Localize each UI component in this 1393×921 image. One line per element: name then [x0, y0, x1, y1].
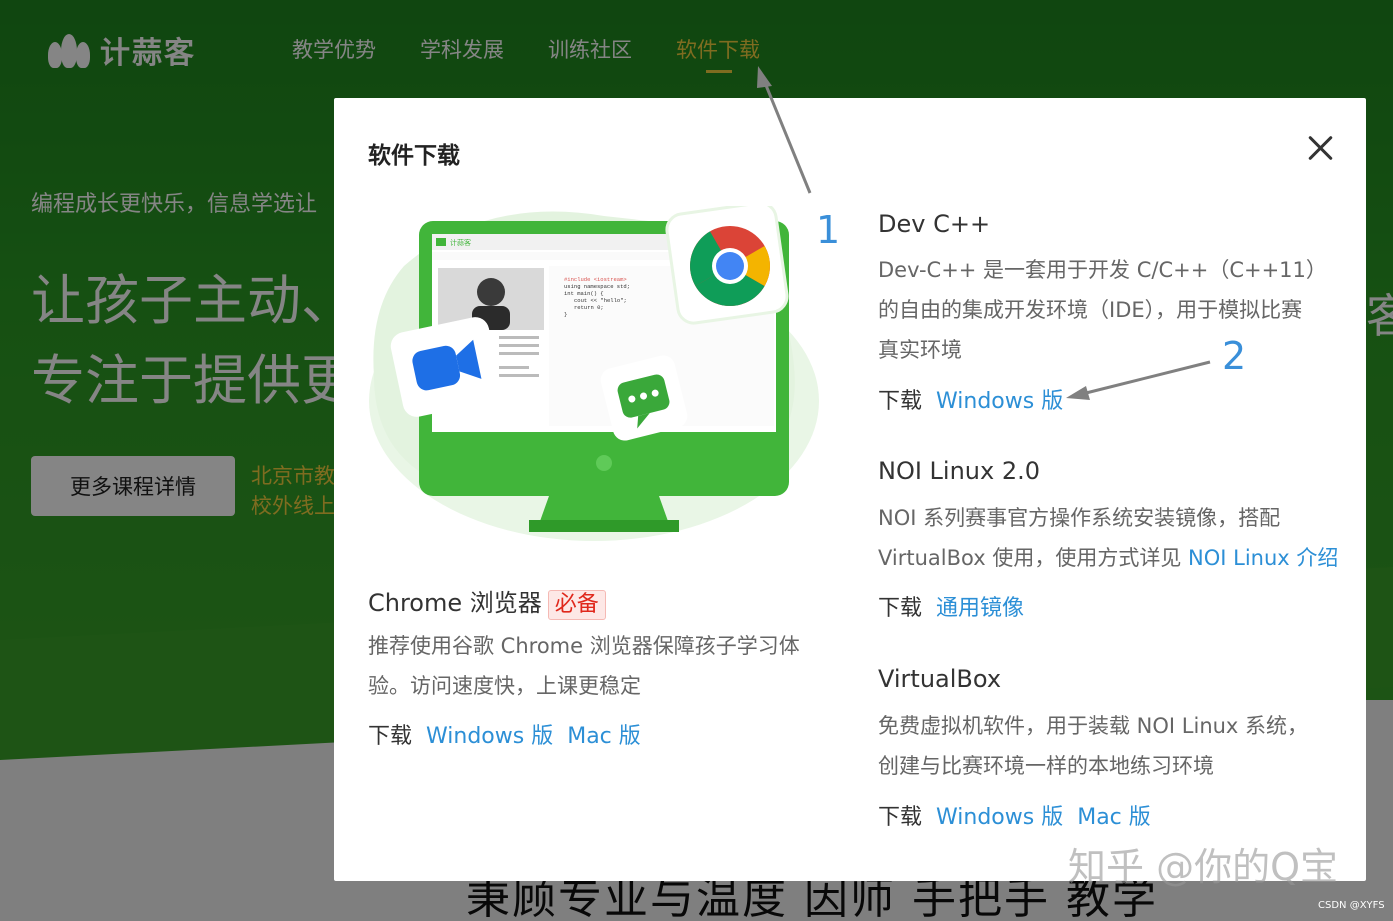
devcpp-desc-line1: Dev-C++ 是一套用于开发 C/C++（C++11）	[878, 258, 1327, 282]
chrome-section-title: Chrome 浏览器 必备	[368, 583, 606, 620]
svg-text:using namespace std;: using namespace std;	[564, 283, 630, 290]
noilinux-title: NOI Linux 2.0	[878, 457, 1041, 485]
devcpp-title: Dev C++	[878, 210, 991, 238]
svg-text:}: }	[564, 311, 567, 318]
annotation-number-2: 2	[1222, 334, 1247, 378]
virtualbox-title: VirtualBox	[878, 665, 1002, 693]
virtualbox-description: 免费虚拟机软件，用于装载 NOI Linux 系统， 创建与比赛环境一样的本地练…	[878, 706, 1358, 786]
chrome-desc-line1: 推荐使用谷歌 Chrome 浏览器保障孩子学习体	[368, 634, 800, 658]
noilinux-intro-link[interactable]: NOI Linux 介绍	[1188, 546, 1338, 570]
noilinux-image-link[interactable]: 通用镜像	[936, 590, 1024, 622]
noilinux-download-label: 下载	[878, 596, 923, 621]
virtualbox-desc-line1: 免费虚拟机软件，用于装载 NOI Linux 系统，	[878, 714, 1309, 738]
chrome-windows-link[interactable]: Windows 版	[426, 718, 553, 750]
noilinux-description: NOI 系列赛事官方操作系统安装镜像，搭配 VirtualBox 使用，使用方式…	[878, 498, 1358, 578]
csdn-watermark: CSDN @XYFS	[1318, 900, 1385, 911]
devcpp-download-label: 下载	[878, 389, 923, 414]
noilinux-desc-line2: VirtualBox 使用，使用方式详见 NOI Linux 介绍	[878, 538, 1358, 578]
virtualbox-mac-link[interactable]: Mac 版	[1077, 799, 1151, 831]
virtualbox-download-row: 下载 Windows 版 Mac 版	[878, 799, 1151, 831]
devcpp-desc-line3: 真实环境	[878, 338, 962, 362]
chrome-icon	[690, 226, 770, 306]
devcpp-description: Dev-C++ 是一套用于开发 C/C++（C++11） 的自由的集成开发环境（…	[878, 250, 1348, 370]
chrome-download-label: 下载	[368, 724, 413, 749]
svg-text:return 0;: return 0;	[574, 304, 604, 311]
svg-text:计蒜客: 计蒜客	[450, 238, 471, 247]
chrome-desc-line2: 验。访问速度快，上课更稳定	[368, 674, 641, 698]
noilinux-desc-line2-text: VirtualBox 使用，使用方式详见	[878, 546, 1189, 570]
virtualbox-windows-link[interactable]: Windows 版	[936, 799, 1063, 831]
zhihu-watermark: 知乎 @你的Q宝	[1068, 845, 1338, 889]
required-badge: 必备	[547, 590, 606, 620]
svg-text:#include <iostream>: #include <iostream>	[564, 276, 627, 283]
devcpp-desc-line2: 的自由的集成开发环境（IDE），用于模拟比赛	[878, 298, 1303, 322]
virtualbox-desc-line2: 创建与比赛环境一样的本地练习环境	[878, 754, 1214, 778]
close-icon[interactable]	[1306, 134, 1334, 162]
chrome-description: 推荐使用谷歌 Chrome 浏览器保障孩子学习体 验。访问速度快，上课更稳定	[368, 626, 838, 706]
devcpp-download-row: 下载 Windows 版	[878, 383, 1063, 415]
svg-text:cout << "hello";: cout << "hello";	[574, 297, 627, 304]
modal-title: 软件下载	[368, 143, 460, 169]
chrome-download-row: 下载 Windows 版 Mac 版	[368, 718, 641, 750]
svg-text:int main() {: int main() {	[564, 290, 604, 297]
chrome-mac-link[interactable]: Mac 版	[567, 718, 641, 750]
computer-illustration: 计蒜客 #include <iostream> using namespace …	[369, 206, 819, 541]
noilinux-desc-line1: NOI 系列赛事官方操作系统安装镜像，搭配	[878, 506, 1281, 530]
chrome-title-text: Chrome 浏览器	[368, 589, 542, 617]
virtualbox-download-label: 下载	[878, 805, 923, 830]
devcpp-windows-link[interactable]: Windows 版	[936, 383, 1063, 415]
noilinux-download-row: 下载 通用镜像	[878, 590, 1024, 622]
software-download-modal: 软件下载 计蒜客 #include <iostream> using names…	[334, 98, 1366, 881]
annotation-number-1: 1	[816, 208, 841, 252]
